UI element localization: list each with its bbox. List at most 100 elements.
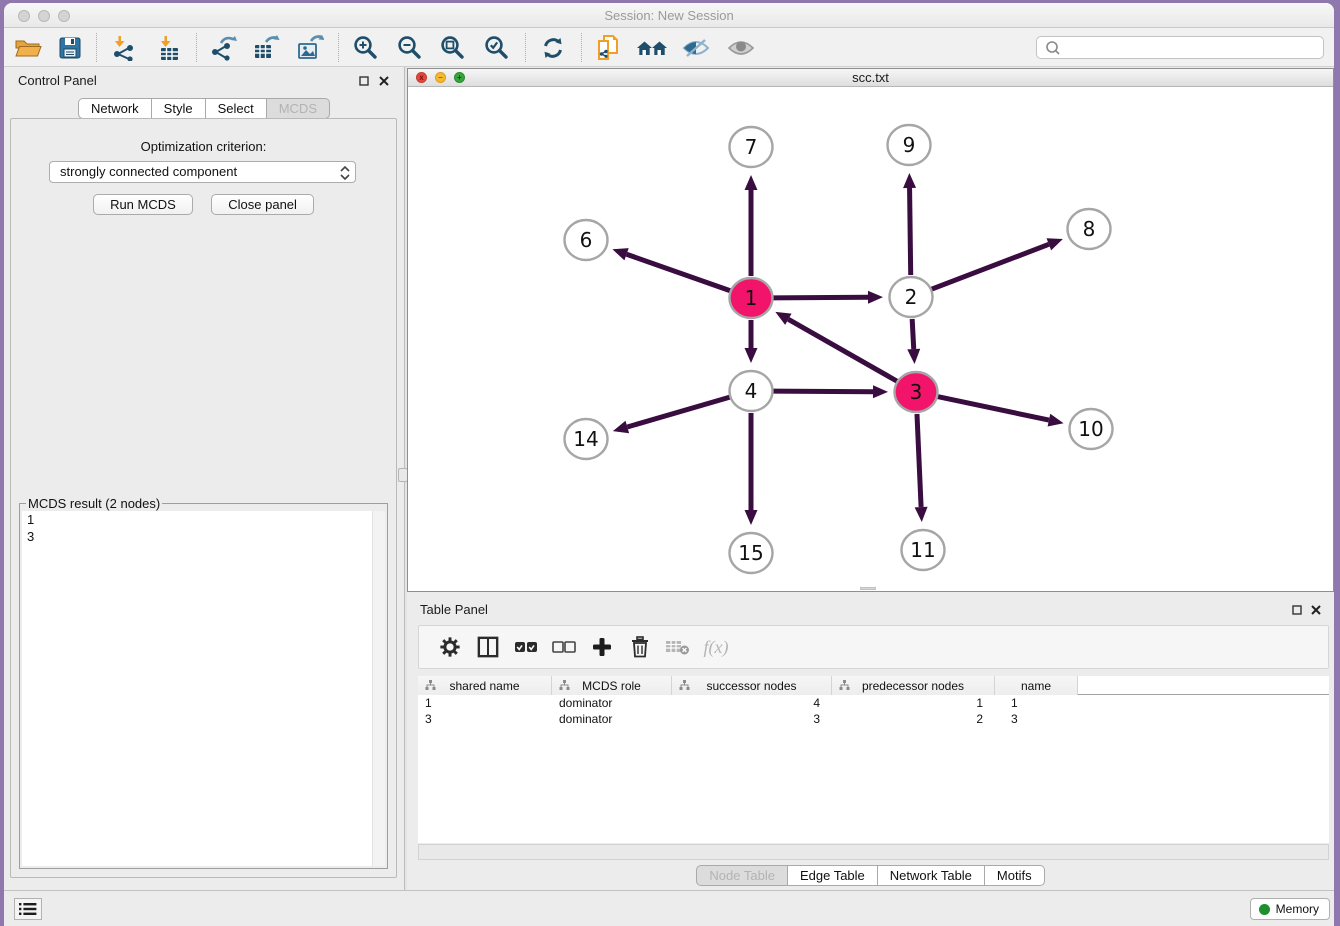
- graph-node-label-9: 9: [903, 133, 916, 157]
- network-zoom-button[interactable]: +: [454, 72, 465, 83]
- tab-style[interactable]: Style: [152, 98, 206, 119]
- graph-edge-3-1[interactable]: [788, 319, 897, 381]
- clone-network-button[interactable]: [590, 31, 626, 64]
- tab-edge-table[interactable]: Edge Table: [788, 865, 878, 886]
- graph-node-label-6: 6: [580, 228, 593, 252]
- graph-node-label-15: 15: [738, 541, 763, 565]
- graph-edge-3-10[interactable]: [938, 397, 1049, 421]
- save-session-button[interactable]: [52, 31, 88, 64]
- close-table-panel-icon[interactable]: [1309, 603, 1322, 616]
- float-panel-icon[interactable]: [357, 74, 370, 87]
- import-network-icon: [110, 35, 136, 61]
- cell-predecessor-nodes[interactable]: 2: [832, 711, 995, 727]
- import-table-button[interactable]: [151, 31, 187, 64]
- function-builder-button[interactable]: f(x): [697, 637, 735, 658]
- float-table-panel-icon[interactable]: [1290, 603, 1303, 616]
- cell-successor-nodes[interactable]: 4: [672, 695, 832, 711]
- table-row[interactable]: 1 dominator 4 1 1: [418, 695, 1329, 711]
- graph-edge-arrowhead: [1048, 414, 1064, 427]
- minimize-window-button[interactable]: [38, 10, 50, 22]
- zoom-window-button[interactable]: [58, 10, 70, 22]
- add-column-button[interactable]: [583, 637, 621, 657]
- network-minimize-button[interactable]: –: [435, 72, 446, 83]
- search-field[interactable]: [1036, 36, 1324, 59]
- cell-mcds-role[interactable]: dominator: [552, 695, 672, 711]
- cell-name[interactable]: 1: [995, 695, 1078, 711]
- export-image-icon: [296, 35, 324, 61]
- column-header-predecessor-nodes[interactable]: predecessor nodes: [832, 676, 995, 695]
- graph-edge-arrowhead: [1047, 238, 1063, 250]
- close-panel-button[interactable]: Close panel: [211, 194, 314, 215]
- column-header-successor-nodes[interactable]: successor nodes: [672, 676, 832, 695]
- zoom-fit-icon: [440, 35, 466, 61]
- close-panel-icon[interactable]: [377, 74, 390, 87]
- delete-table-button[interactable]: [659, 638, 697, 656]
- column-header-shared-name[interactable]: shared name: [418, 676, 552, 695]
- deselect-all-columns-button[interactable]: [545, 640, 583, 654]
- column-header-mcds-role[interactable]: MCDS role: [552, 676, 672, 695]
- zoom-out-button[interactable]: [392, 31, 428, 64]
- cell-shared-name[interactable]: 1: [418, 695, 552, 711]
- result-scrollbar[interactable]: [372, 511, 385, 866]
- zoom-in-button[interactable]: [348, 31, 384, 64]
- graph-edge-arrowhead: [613, 421, 629, 433]
- first-neighbors-button[interactable]: [634, 31, 670, 64]
- close-window-button[interactable]: [18, 10, 30, 22]
- hide-selected-button[interactable]: [678, 31, 714, 64]
- network-window-title: scc.txt: [408, 69, 1333, 86]
- main-titlebar: Session: New Session: [4, 3, 1334, 28]
- import-network-button[interactable]: [105, 31, 141, 64]
- column-label: successor nodes: [706, 679, 796, 693]
- graph-edge-2-3[interactable]: [912, 319, 914, 349]
- column-header-name[interactable]: name: [995, 676, 1078, 695]
- run-mcds-button[interactable]: Run MCDS: [93, 194, 193, 215]
- graph-edge-arrowhead: [612, 248, 628, 260]
- graph-edge-1-6[interactable]: [627, 254, 731, 290]
- export-table-button[interactable]: [248, 31, 284, 64]
- column-visibility-button[interactable]: [469, 636, 507, 658]
- zoom-selected-icon: [484, 35, 510, 61]
- network-resize-grip[interactable]: [860, 587, 876, 590]
- mcds-result-box: MCDS result (2 nodes) 1 3: [19, 496, 388, 869]
- zoom-fit-button[interactable]: [435, 31, 471, 64]
- graph-edge-1-2[interactable]: [773, 297, 868, 298]
- control-panel: Control Panel Network Style Select MCDS …: [4, 67, 404, 890]
- export-image-button[interactable]: [292, 31, 328, 64]
- tab-select[interactable]: Select: [206, 98, 267, 119]
- graph-edge-2-9[interactable]: [910, 188, 911, 275]
- cell-name[interactable]: 3: [995, 711, 1078, 727]
- tab-motifs[interactable]: Motifs: [985, 865, 1045, 886]
- tab-node-table[interactable]: Node Table: [696, 865, 788, 886]
- delete-column-button[interactable]: [621, 636, 659, 658]
- show-all-button[interactable]: [723, 31, 759, 64]
- table-row[interactable]: 3 dominator 3 2 3: [418, 711, 1329, 727]
- select-all-columns-button[interactable]: [507, 640, 545, 654]
- refresh-layout-button[interactable]: [535, 31, 571, 64]
- network-close-button[interactable]: x: [416, 72, 427, 83]
- table-horizontal-scrollbar[interactable]: [418, 844, 1329, 860]
- cell-mcds-role[interactable]: dominator: [552, 711, 672, 727]
- tab-mcds[interactable]: MCDS: [267, 98, 330, 119]
- search-input[interactable]: [1065, 38, 1323, 57]
- tab-network[interactable]: Network: [78, 98, 152, 119]
- cell-successor-nodes[interactable]: 3: [672, 711, 832, 727]
- zoom-selected-button[interactable]: [479, 31, 515, 64]
- table-panel-header: Table Panel: [407, 597, 1334, 623]
- task-history-button[interactable]: [14, 898, 42, 920]
- open-session-button[interactable]: [10, 31, 46, 64]
- graph-svg[interactable]: 7968124314101511: [408, 87, 1333, 591]
- graph-edge-3-11[interactable]: [917, 414, 921, 507]
- cell-shared-name[interactable]: 3: [418, 711, 552, 727]
- table-settings-button[interactable]: [431, 636, 469, 658]
- mcds-result-text[interactable]: 1 3: [22, 511, 385, 866]
- tab-network-table[interactable]: Network Table: [878, 865, 985, 886]
- table-header-row: shared name MCDS role successor nodes pr…: [418, 676, 1329, 695]
- export-network-button[interactable]: [205, 31, 241, 64]
- criterion-select[interactable]: strongly connected component: [49, 161, 356, 183]
- cell-predecessor-nodes[interactable]: 1: [832, 695, 995, 711]
- memory-button[interactable]: Memory: [1250, 898, 1330, 920]
- graph-edge-4-3[interactable]: [773, 391, 873, 392]
- graph-edge-4-14[interactable]: [627, 397, 730, 427]
- delete-table-icon: [665, 638, 691, 656]
- graph-edge-2-8[interactable]: [932, 244, 1049, 289]
